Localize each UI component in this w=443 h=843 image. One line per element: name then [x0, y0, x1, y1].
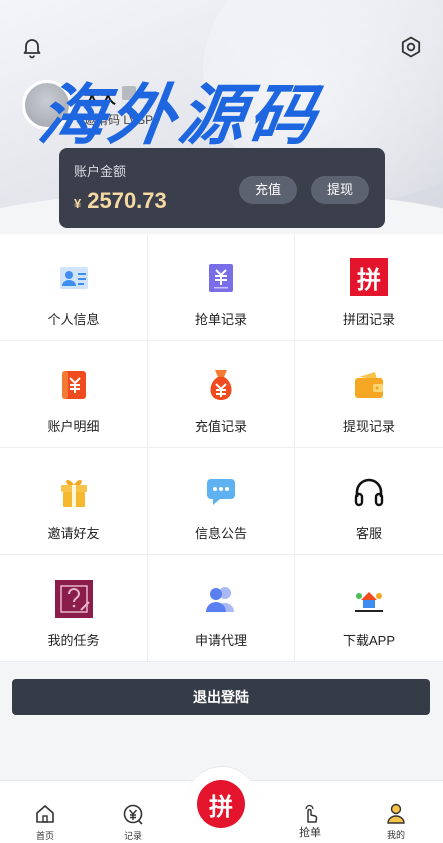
account-detail-icon — [54, 365, 94, 405]
money-bag-icon — [201, 365, 241, 405]
currency-symbol: ¥ — [74, 196, 82, 211]
withdraw-button[interactable]: 提现 — [311, 176, 369, 204]
yen-record-icon — [123, 804, 143, 825]
menu-label: 下载APP — [342, 633, 395, 648]
tab-grab-label: 抢单 — [299, 827, 321, 839]
menu-label: 邀请好友 — [47, 526, 100, 541]
home-icon — [36, 805, 54, 823]
menu-label: 个人信息 — [47, 312, 100, 327]
menu-item-apply-agent[interactable]: 申请代理 — [148, 555, 295, 662]
menu-label: 客服 — [355, 526, 382, 541]
user-icon — [387, 803, 405, 824]
menu-item-withdraw-record[interactable]: 提现记录 — [295, 341, 443, 448]
menu-item-invite[interactable]: 邀请好友 — [0, 448, 148, 555]
gift-icon — [54, 472, 94, 512]
group-buy-icon: 拼 — [350, 258, 388, 296]
menu-item-recharge-record[interactable]: 充值记录 — [148, 341, 295, 448]
menu-item-profile[interactable]: 个人信息 — [0, 234, 148, 341]
tab-home[interactable]: 首页 — [15, 781, 75, 843]
menu-item-group-record[interactable]: 拼 拼团记录 — [295, 234, 443, 341]
logout-button[interactable]: 退出登陆 — [12, 679, 430, 715]
menu-label: 我的任务 — [47, 633, 100, 648]
task-icon — [54, 579, 94, 619]
order-record-icon — [201, 258, 241, 298]
menu-label: 抢单记录 — [194, 312, 247, 327]
center-group-button[interactable]: 拼 — [197, 780, 245, 828]
menu-item-notice[interactable]: 信息公告 — [148, 448, 295, 555]
gear-icon[interactable] — [399, 35, 423, 59]
message-icon — [201, 472, 241, 512]
menu-grid: 个人信息 抢单记录 拼 拼团记录 账户明细 充值记录 提现记录 邀请好友 信息公… — [0, 234, 443, 662]
profile-card-icon — [54, 258, 94, 298]
tab-home-label: 首页 — [35, 831, 54, 841]
bell-icon[interactable] — [20, 35, 44, 59]
balance-label: 账户金额 — [74, 164, 127, 179]
menu-label: 充值记录 — [194, 419, 247, 434]
recharge-button[interactable]: 充值 — [239, 176, 297, 204]
wallet-icon — [349, 365, 389, 405]
menu-item-order-record[interactable]: 抢单记录 — [148, 234, 295, 341]
tab-mine-label: 我的 — [386, 830, 405, 840]
tab-records-label: 记录 — [123, 831, 142, 841]
menu-item-account-detail[interactable]: 账户明细 — [0, 341, 148, 448]
tap-hand-icon — [305, 804, 318, 823]
agent-users-icon — [201, 579, 241, 619]
menu-label: 申请代理 — [194, 633, 247, 648]
tab-grab[interactable]: 抢单 — [296, 802, 324, 839]
tab-mine[interactable]: 我的 — [366, 780, 426, 843]
menu-item-my-task[interactable]: 我的任务 — [0, 555, 148, 662]
group-buy-glyph: 拼 — [357, 266, 381, 294]
app-logo-icon — [349, 579, 389, 619]
tab-records[interactable]: 记录 — [103, 781, 163, 843]
menu-item-service[interactable]: 客服 — [295, 448, 443, 555]
menu-label: 信息公告 — [194, 526, 247, 541]
balance-value: 2570.73 — [87, 188, 167, 213]
headphones-icon — [349, 472, 389, 512]
menu-label: 账户明细 — [47, 419, 100, 434]
watermark-text: 海外源码 — [33, 76, 325, 154]
balance-amount: ¥2570.73 — [74, 188, 167, 214]
menu-label: 提现记录 — [342, 419, 395, 434]
balance-card: 账户金额 ¥2570.73 充值 提现 — [59, 148, 385, 228]
menu-item-download-app[interactable]: 下载APP — [295, 555, 443, 662]
menu-label: 拼团记录 — [342, 312, 395, 327]
